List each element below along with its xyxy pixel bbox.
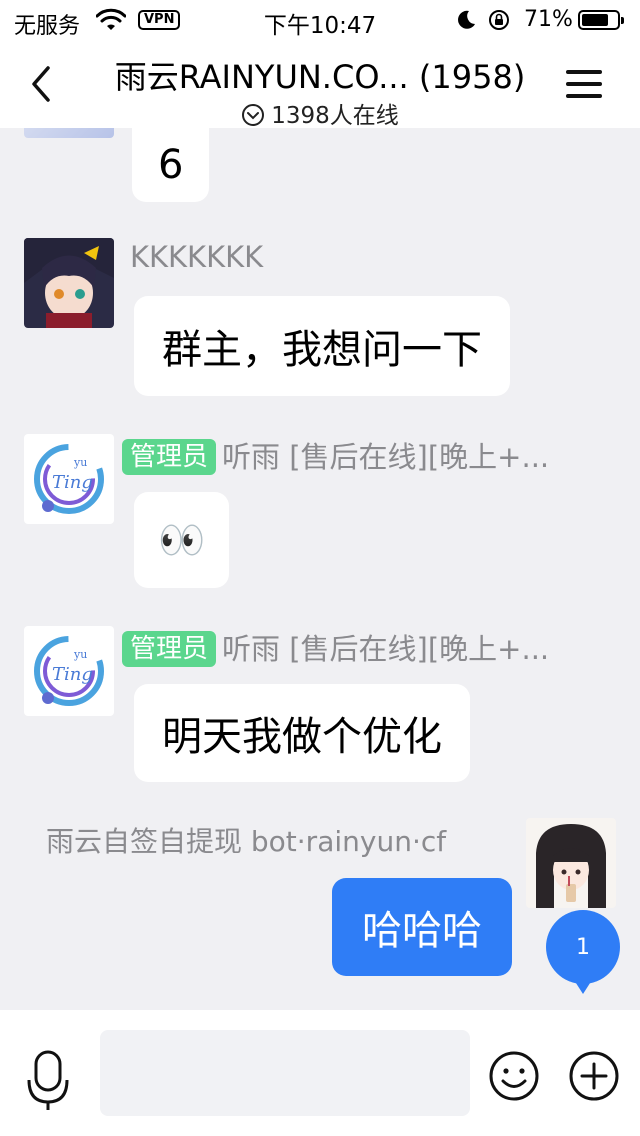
group-title: 雨云RAINYUN.CO... (1958)	[114, 58, 526, 96]
message-text: 群主，我想问一下	[162, 327, 482, 373]
svg-text:yu: yu	[73, 648, 87, 661]
online-count: 1398人在线	[0, 96, 640, 130]
battery-icon	[578, 10, 624, 30]
admin-badge: 管理员	[122, 631, 217, 667]
outgoing-message-bubble[interactable]: 哈哈哈	[332, 878, 512, 976]
menu-button[interactable]	[562, 66, 606, 102]
smiley-icon[interactable]	[488, 1050, 540, 1102]
svg-text:Ting: Ting	[52, 664, 93, 685]
svg-text:Ting: Ting	[52, 472, 93, 493]
unread-count-badge[interactable]: 1	[546, 910, 620, 994]
avatar[interactable]: Ting yu	[24, 626, 114, 716]
sender-name-text: 听雨 [售后在线][晚上+...	[222, 632, 550, 666]
unread-count-text: 1	[576, 934, 590, 960]
svg-text:yu: yu	[73, 456, 87, 469]
plus-circle-icon[interactable]	[568, 1050, 620, 1102]
avatar[interactable]	[526, 818, 616, 908]
message-text: 明天我做个优化	[162, 714, 442, 760]
sender-name: 管理员 听雨 [售后在线][晚上+...	[122, 434, 549, 476]
avatar[interactable]	[24, 238, 114, 328]
avatar[interactable]	[24, 128, 114, 138]
sender-name-text: 听雨 [售后在线][晚上+...	[222, 440, 550, 474]
message-text: 👀	[158, 517, 206, 562]
message-text: 6	[158, 142, 184, 188]
moon-icon	[458, 10, 475, 29]
rotation-lock-icon	[489, 10, 509, 30]
admin-badge: 管理员	[122, 439, 217, 475]
chat-header: 雨云RAINYUN.CO... (1958) 1398人在线	[0, 40, 640, 130]
message-text: 哈哈哈	[362, 908, 482, 954]
online-count-text: 1398人在线	[271, 103, 399, 129]
battery-percent: 71%	[524, 7, 573, 32]
message-bubble[interactable]: 6	[132, 128, 210, 202]
message-bubble[interactable]: 👀	[134, 492, 230, 588]
message-bubble[interactable]: 群主，我想问一下	[134, 296, 510, 396]
message-bubble[interactable]: 明天我做个优化	[134, 684, 470, 782]
avatar[interactable]: Ting yu	[24, 434, 114, 524]
message-input[interactable]	[100, 1030, 470, 1116]
online-indicator-icon	[242, 104, 265, 126]
message-list[interactable]: 6 KKKKKKK 群主，我想问一下 Ting yu 管理员 听雨 [售后在线][…	[0, 128, 640, 1010]
sender-name: 雨云自签自提现 bot·rainyun·cf	[46, 825, 447, 858]
status-bar: 无服务 VPN 下午10:47 71%	[0, 0, 640, 40]
input-bar	[0, 1010, 640, 1136]
sender-name: KKKKKKK	[130, 240, 264, 274]
microphone-icon[interactable]	[26, 1050, 70, 1112]
sender-name: 管理员 听雨 [售后在线][晚上+...	[122, 626, 549, 668]
